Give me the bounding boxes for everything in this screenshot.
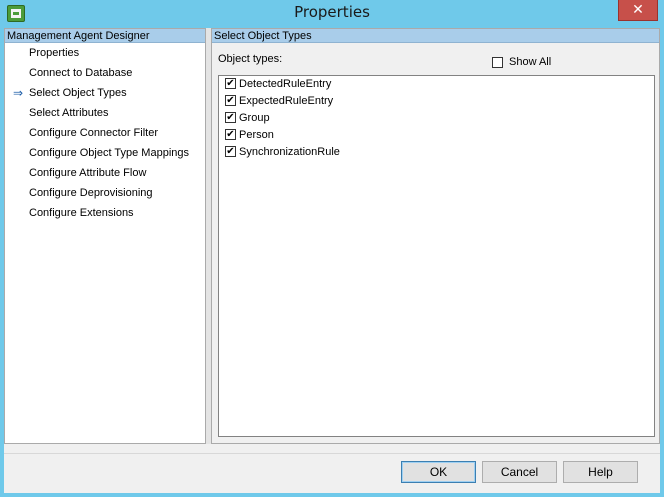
nav-item-label: Configure Connector Filter (29, 127, 159, 139)
nav-item-select-attributes[interactable]: Select Attributes (5, 103, 205, 123)
list-item[interactable]: ✔ Person (219, 127, 654, 144)
designer-nav-pane: Management Agent Designer Properties Con… (4, 28, 206, 444)
nav-item-label: Configure Extensions (29, 207, 134, 219)
current-step-arrow-icon: ⇒ (13, 86, 24, 100)
cancel-button[interactable]: Cancel (482, 461, 557, 483)
ok-button[interactable]: OK (401, 461, 476, 483)
nav-item-connect-to-database[interactable]: Connect to Database (5, 63, 205, 83)
nav-item-label: Properties (29, 47, 80, 59)
list-item[interactable]: ✔ SynchronizationRule (219, 144, 654, 161)
object-type-label: ExpectedRuleEntry (239, 95, 334, 107)
nav-item-configure-connector-filter[interactable]: Configure Connector Filter (5, 123, 205, 143)
nav-pane-header: Management Agent Designer (5, 29, 205, 43)
close-button[interactable]: ✕ (618, 0, 658, 21)
list-item[interactable]: ✔ DetectedRuleEntry (219, 76, 654, 93)
nav-item-configure-deprovisioning[interactable]: Configure Deprovisioning (5, 183, 205, 203)
nav-item-configure-object-type-mappings[interactable]: Configure Object Type Mappings (5, 143, 205, 163)
object-types-header: Select Object Types (212, 29, 659, 43)
divider (4, 453, 660, 454)
check-icon[interactable]: ✔ (225, 77, 236, 89)
show-all-label: Show All (509, 56, 552, 68)
object-type-label: Person (239, 129, 274, 141)
check-icon[interactable]: ✔ (225, 128, 236, 140)
object-types-label: Object types: (218, 53, 283, 65)
dialog-body: Management Agent Designer Properties Con… (4, 28, 660, 493)
nav-item-label: Configure Attribute Flow (29, 167, 147, 179)
dialog-button-bar: OK Cancel Help (4, 453, 660, 493)
nav-item-label: Select Object Types (29, 87, 127, 99)
object-type-label: DetectedRuleEntry (239, 78, 332, 90)
show-all-checkbox[interactable]: Show All (492, 55, 551, 69)
check-icon[interactable]: ✔ (225, 111, 236, 123)
window-title: Properties (294, 3, 370, 21)
title-bar[interactable]: Properties ✕ (0, 0, 664, 28)
check-icon[interactable]: ✔ (225, 145, 236, 157)
object-types-pane: Select Object Types Object types: Show A… (211, 28, 660, 444)
nav-item-properties[interactable]: Properties (5, 43, 205, 63)
nav-item-configure-attribute-flow[interactable]: Configure Attribute Flow (5, 163, 205, 183)
list-item[interactable]: ✔ ExpectedRuleEntry (219, 93, 654, 110)
object-types-list[interactable]: ✔ DetectedRuleEntry ✔ ExpectedRuleEntry ✔ G… (218, 75, 655, 437)
help-button[interactable]: Help (563, 461, 638, 483)
nav-item-label: Connect to Database (29, 67, 133, 79)
nav-item-configure-extensions[interactable]: Configure Extensions (5, 203, 205, 223)
nav-item-select-object-types[interactable]: ⇒ Select Object Types (5, 83, 205, 103)
check-icon[interactable]: ✔ (225, 94, 236, 106)
nav-item-label: Select Attributes (29, 107, 109, 119)
list-item[interactable]: ✔ Group (219, 110, 654, 127)
nav-item-label: Configure Object Type Mappings (29, 147, 189, 159)
object-type-label: Group (239, 112, 270, 124)
properties-window: Properties ✕ Management Agent Designer P… (0, 0, 664, 497)
designer-nav-list: Properties Connect to Database ⇒ Select O… (5, 43, 205, 223)
object-type-label: SynchronizationRule (239, 146, 340, 158)
nav-item-label: Configure Deprovisioning (29, 187, 153, 199)
show-all-box[interactable] (492, 56, 503, 68)
